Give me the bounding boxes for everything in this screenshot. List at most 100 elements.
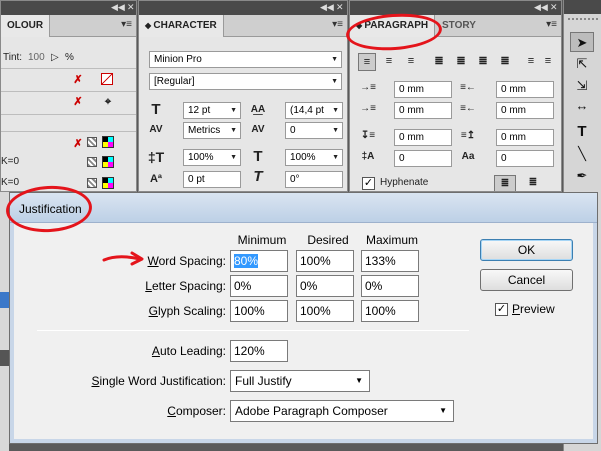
none-swatch-icon[interactable] <box>101 73 113 85</box>
auto-leading-input[interactable]: 120% <box>230 340 288 362</box>
direct-selection-tool-icon[interactable]: ⇱ <box>570 54 594 74</box>
drop-cap-chars-icon: Aa <box>461 151 475 162</box>
glyph-scaling-min-input[interactable]: 100% <box>230 300 288 322</box>
glyph-scaling-desired-input[interactable]: 100% <box>296 300 354 322</box>
last-line-indent-field[interactable]: 0 mm <box>496 102 554 119</box>
composer-label: Composer: <box>167 404 226 418</box>
drop-cap-chars-field[interactable]: 0 <box>496 150 554 167</box>
kerning-field[interactable]: Metrics <box>183 122 241 139</box>
font-family-select[interactable]: Minion Pro <box>149 51 342 68</box>
left-panel-remainder <box>0 192 9 451</box>
word-spacing-max-input[interactable]: 133% <box>361 250 419 272</box>
panel-menu-icon[interactable]: ▾≡ <box>332 19 343 30</box>
divider <box>1 114 136 115</box>
tab-character[interactable]: ◆ CHARACTER <box>139 15 224 37</box>
panel-menu-icon[interactable]: ▾≡ <box>121 19 132 30</box>
gap-tool-icon[interactable]: ↔ <box>570 96 594 116</box>
align-center-icon[interactable]: ≡ <box>380 53 398 69</box>
justify-left-icon[interactable]: ≣ <box>430 53 448 69</box>
type-tool-icon[interactable]: T <box>570 122 594 142</box>
panel-menu-icon[interactable]: ▾≡ <box>546 19 557 30</box>
auto-leading-label: Auto Leading: <box>151 344 226 358</box>
divider <box>1 68 136 69</box>
glyph-scaling-max-input[interactable]: 100% <box>361 300 419 322</box>
font-size-field[interactable]: 12 pt <box>183 102 241 119</box>
preview-checkbox[interactable]: ✓ <box>495 303 508 316</box>
line-tool-icon[interactable]: ╲ <box>570 144 594 164</box>
letter-spacing-max-input[interactable]: 0% <box>361 275 419 297</box>
process-icon <box>87 157 97 167</box>
tools-grip[interactable] <box>568 18 598 24</box>
tab-character-label: CHARACTER <box>153 20 217 31</box>
hyphenate-checkbox[interactable]: ✓ <box>362 177 375 190</box>
page-tool-icon[interactable]: ⇲ <box>570 76 594 96</box>
first-line-indent-field[interactable]: 0 mm <box>394 102 452 119</box>
swatch-name[interactable]: K=0 <box>1 156 19 167</box>
ok-button[interactable]: OK <box>480 239 573 261</box>
space-after-icon: ≡↥ <box>460 130 476 141</box>
composer-select[interactable]: Adobe Paragraph Composer ▼ <box>230 400 454 422</box>
space-after-field[interactable]: 0 mm <box>496 129 554 146</box>
selection-tool-icon[interactable]: ➤ <box>570 32 594 52</box>
tint-percent: % <box>65 52 74 63</box>
no-grid-align-icon[interactable]: ≣ <box>494 175 516 191</box>
pen-tool-icon[interactable]: ✒ <box>570 166 594 186</box>
justify-right-icon[interactable]: ≣ <box>474 53 492 69</box>
cmyk-icon <box>102 156 114 168</box>
drop-cap-lines-field[interactable]: 0 <box>394 150 452 167</box>
no-print-icon: ✗ <box>73 96 83 108</box>
letter-spacing-min-input[interactable]: 0% <box>230 275 288 297</box>
font-style-select[interactable]: [Regular] <box>149 73 342 90</box>
close-icon[interactable]: ✕ <box>336 2 344 13</box>
panel-header-bar: ◀◀ ✕ <box>139 1 347 15</box>
baseline-shift-field[interactable]: 0 pt <box>183 171 241 188</box>
first-line-indent-icon: →≡ <box>360 103 376 114</box>
column-minimum: Minimum <box>237 233 287 247</box>
tint-value[interactable]: 100 <box>28 52 45 63</box>
registration-icon: ⌖ <box>104 96 112 108</box>
colour-panel: ◀◀ ✕ OLOUR ▾≡ Tint: 100 ▷ % ✗ ✗ ⌖ ✗ K=0 … <box>0 0 137 192</box>
panel-header-bar: ◀◀ ✕ <box>1 1 136 15</box>
tab-colour[interactable]: OLOUR <box>1 15 51 37</box>
leading-icon: A͟A <box>250 104 266 115</box>
single-word-justification-select[interactable]: Full Justify ▼ <box>230 370 370 392</box>
collapsed-panel-tab[interactable] <box>0 350 9 366</box>
selected-swatch-row[interactable] <box>0 292 9 308</box>
tint-arrow-icon[interactable]: ▷ <box>51 52 59 63</box>
justify-all-icon[interactable]: ≣ <box>496 53 514 69</box>
cancel-button[interactable]: Cancel <box>480 269 573 291</box>
grid-align-icon[interactable]: ≣ <box>522 175 544 191</box>
tint-label: Tint: <box>3 52 23 63</box>
dialog-titlebar[interactable]: Justification <box>10 193 597 223</box>
left-indent-field[interactable]: 0 mm <box>394 81 452 98</box>
swatch-name[interactable]: K=0 <box>1 177 19 188</box>
skew-field[interactable]: 0° <box>285 171 343 188</box>
tracking-icon: AV <box>251 124 265 135</box>
horizontal-scale-field[interactable]: 100% <box>285 149 343 166</box>
tab-story[interactable]: STORY <box>436 15 482 37</box>
word-spacing-desired-input[interactable]: 100% <box>296 250 354 272</box>
align-left-icon[interactable]: ≡ <box>358 53 376 71</box>
glyph-scaling-label: Glyph Scaling: <box>148 304 226 318</box>
right-indent-field[interactable]: 0 mm <box>496 81 554 98</box>
align-right-icon[interactable]: ≡ <box>402 53 420 69</box>
leading-field[interactable]: (14,4 pt <box>285 102 343 119</box>
collapse-icon[interactable]: ◀◀ <box>111 2 125 13</box>
vertical-scale-field[interactable]: 100% <box>183 149 241 166</box>
chevron-down-icon: ▼ <box>355 376 363 385</box>
align-away-spine-icon[interactable]: ≡ <box>542 53 554 69</box>
tracking-field[interactable]: 0 <box>285 122 343 139</box>
kerning-icon: AV <box>149 124 163 135</box>
justify-center-icon[interactable]: ≣ <box>452 53 470 69</box>
space-before-field[interactable]: 0 mm <box>394 129 452 146</box>
letter-spacing-desired-input[interactable]: 0% <box>296 275 354 297</box>
close-icon[interactable]: ✕ <box>550 2 558 13</box>
word-spacing-min-input[interactable]: 80% <box>230 250 288 272</box>
align-spine-icon[interactable]: ≡ <box>522 53 540 69</box>
hyphenate-label: Hyphenate <box>380 177 429 188</box>
close-icon[interactable]: ✕ <box>127 2 135 13</box>
collapse-icon[interactable]: ◀◀ <box>320 2 334 13</box>
tools-header-bar <box>564 0 601 14</box>
last-line-indent-icon: ≡← <box>460 103 476 114</box>
collapse-icon[interactable]: ◀◀ <box>534 2 548 13</box>
